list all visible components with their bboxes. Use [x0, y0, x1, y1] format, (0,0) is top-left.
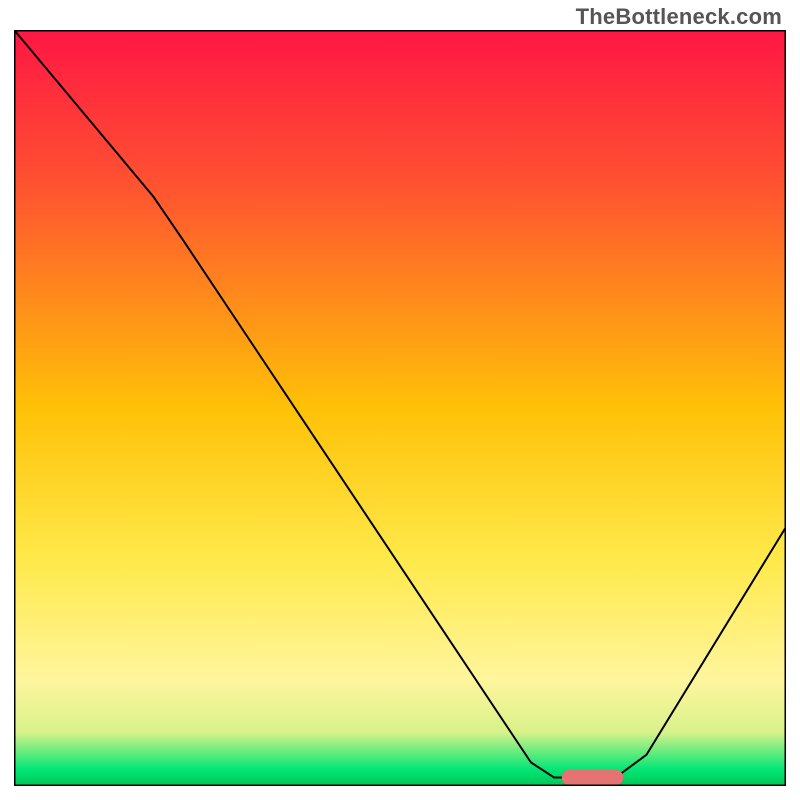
- chart-svg: [14, 30, 786, 786]
- chart-container: TheBottleneck.com: [0, 0, 800, 800]
- watermark-text: TheBottleneck.com: [576, 4, 782, 30]
- plot-area: [14, 30, 786, 786]
- optimal-range: [562, 770, 624, 785]
- gradient-background: [15, 31, 785, 785]
